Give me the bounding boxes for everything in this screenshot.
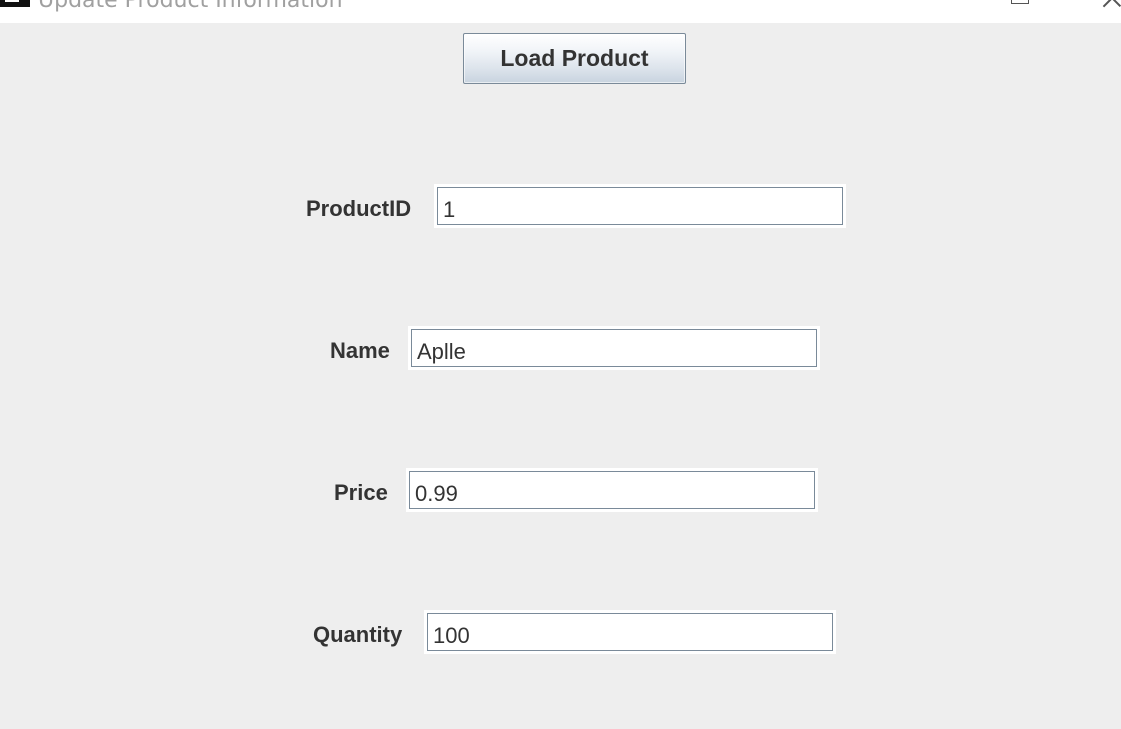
product-id-label: ProductID (306, 196, 412, 221)
price-field[interactable] (409, 471, 815, 509)
close-icon[interactable] (1100, 0, 1121, 10)
quantity-label: Quantity (313, 622, 403, 647)
load-product-button[interactable]: Load Product (463, 33, 686, 84)
window-title: Update Product Information (38, 0, 343, 13)
maximize-icon[interactable] (1011, 0, 1029, 4)
price-label: Price (334, 480, 388, 505)
name-label: Name (330, 338, 390, 363)
app-icon (0, 0, 30, 7)
name-field[interactable] (411, 329, 817, 367)
quantity-field[interactable] (427, 613, 833, 651)
product-id-field[interactable] (437, 187, 843, 225)
title-bar: Update Product Information (0, 0, 1121, 23)
